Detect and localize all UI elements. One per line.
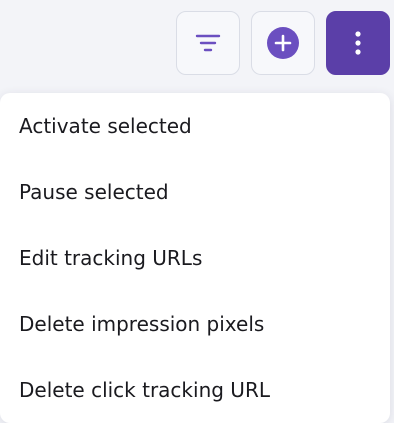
filter-button[interactable] — [176, 11, 240, 75]
vertical-ellipsis-icon — [354, 30, 362, 56]
menu-item-delete-impression-pixels[interactable]: Delete impression pixels — [0, 291, 390, 357]
toolbar — [176, 11, 390, 75]
add-button[interactable] — [251, 11, 315, 75]
menu-item-pause-selected[interactable]: Pause selected — [0, 159, 390, 225]
filter-lines-icon — [195, 32, 221, 54]
menu-item-activate-selected[interactable]: Activate selected — [0, 93, 390, 159]
menu-item-edit-tracking-urls[interactable]: Edit tracking URLs — [0, 225, 390, 291]
plus-circle-icon — [266, 26, 300, 60]
more-actions-button[interactable] — [326, 11, 390, 75]
menu-item-delete-click-tracking-url[interactable]: Delete click tracking URL — [0, 357, 390, 423]
actions-dropdown-menu: Activate selected Pause selected Edit tr… — [0, 93, 390, 423]
